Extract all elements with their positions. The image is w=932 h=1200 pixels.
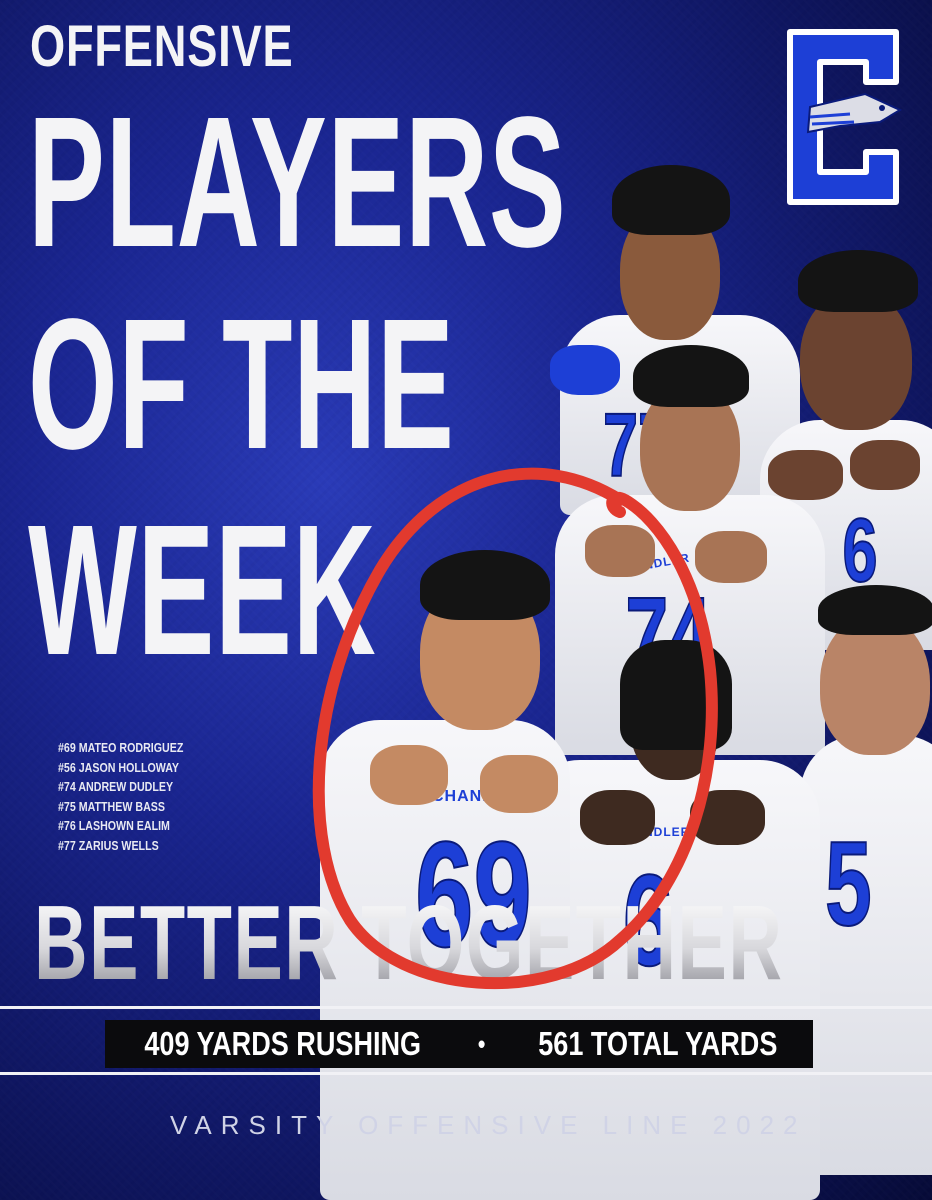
red-circle-highlight-icon <box>312 467 718 989</box>
roster-item: #75 MATTHEW BASS <box>58 798 166 814</box>
jersey-number: 5 <box>824 816 872 952</box>
headline-players: PLAYERS <box>28 79 567 286</box>
roster-item: #74 ANDREW DUDLEY <box>58 779 174 794</box>
footer-caption: VARSITY OFFENSIVE LINE 2022 <box>170 1110 807 1140</box>
divider-bottom <box>0 1072 932 1075</box>
roster-item: #69 MATEO RODRIGUEZ <box>58 740 184 755</box>
roster-item: #76 LASHOWN EALIM <box>58 818 170 833</box>
stat-rushing: 409 YARDS RUSHING <box>144 1025 421 1062</box>
roster-item: #56 JASON HOLLOWAY <box>58 759 180 775</box>
stat-separator: • <box>478 1028 486 1059</box>
stat-total: 561 TOTAL YARDS <box>538 1025 778 1062</box>
roster-list: #69 MATEO RODRIGUEZ #56 JASON HOLLOWAY #… <box>58 738 211 855</box>
poster: 77 6 CHANDLER 74 5 CHANDLER 6 <box>0 0 932 1200</box>
stats-bar: 409 YARDS RUSHING • 561 TOTAL YARDS <box>105 1020 813 1068</box>
headline-offensive: OFFENSIVE <box>30 14 294 79</box>
roster-item: #77 ZARIUS WELLS <box>58 837 159 853</box>
